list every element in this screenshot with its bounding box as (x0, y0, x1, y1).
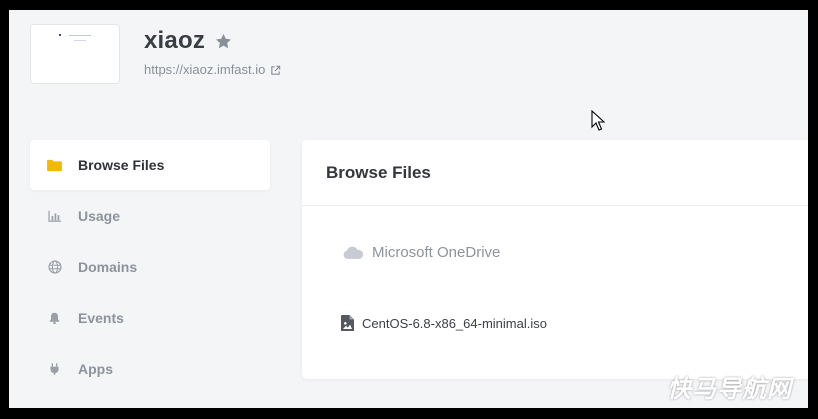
file-name[interactable]: CentOS-6.8-x86_64-minimal.iso (362, 316, 547, 331)
sidebar-item-label: Apps (78, 361, 113, 377)
site-thumbnail[interactable] (30, 24, 120, 84)
star-icon[interactable] (214, 32, 233, 51)
cloud-icon (342, 245, 364, 260)
sidebar-item-domains[interactable]: Domains (30, 242, 270, 292)
storage-provider-label: Microsoft OneDrive (372, 244, 501, 261)
sidebar-item-label: Domains (78, 259, 138, 275)
plug-icon (47, 362, 62, 377)
browse-files-panel: Browse Files Microsoft OneDrive CentOS-6… (302, 140, 808, 379)
sidebar-item-label: Usage (78, 208, 121, 224)
file-item[interactable]: CentOS-6.8-x86_64-minimal.iso (341, 315, 547, 331)
sidebar-item-browse-files[interactable]: Browse Files (30, 140, 270, 190)
bar-chart-icon (47, 209, 62, 224)
site-url-text[interactable]: https://xiaoz.imfast.io (144, 62, 265, 77)
globe-icon (47, 260, 62, 275)
watermark-text: 快马导航网 (667, 375, 792, 403)
sidebar-item-label: Events (78, 310, 124, 326)
storage-provider: Microsoft OneDrive (342, 244, 500, 261)
panel-title: Browse Files (302, 140, 808, 206)
browser-viewport: xiaoz https://xiaoz.imfast.io Browse Fil… (9, 10, 808, 408)
site-url-link[interactable]: https://xiaoz.imfast.io (144, 62, 281, 77)
sidebar-nav: Browse Files Usage Domains Events Apps (30, 140, 270, 395)
sidebar-item-usage[interactable]: Usage (30, 191, 270, 241)
external-link-icon[interactable] (270, 64, 281, 75)
folder-icon (47, 158, 62, 173)
mouse-cursor-icon (591, 110, 605, 131)
site-name: xiaoz (144, 27, 206, 54)
sidebar-item-events[interactable]: Events (30, 293, 270, 343)
sidebar-item-label: Browse Files (78, 157, 165, 173)
sidebar-item-apps[interactable]: Apps (30, 344, 270, 394)
site-header: xiaoz (144, 27, 233, 55)
image-file-icon (341, 315, 354, 331)
bell-icon (47, 311, 62, 326)
